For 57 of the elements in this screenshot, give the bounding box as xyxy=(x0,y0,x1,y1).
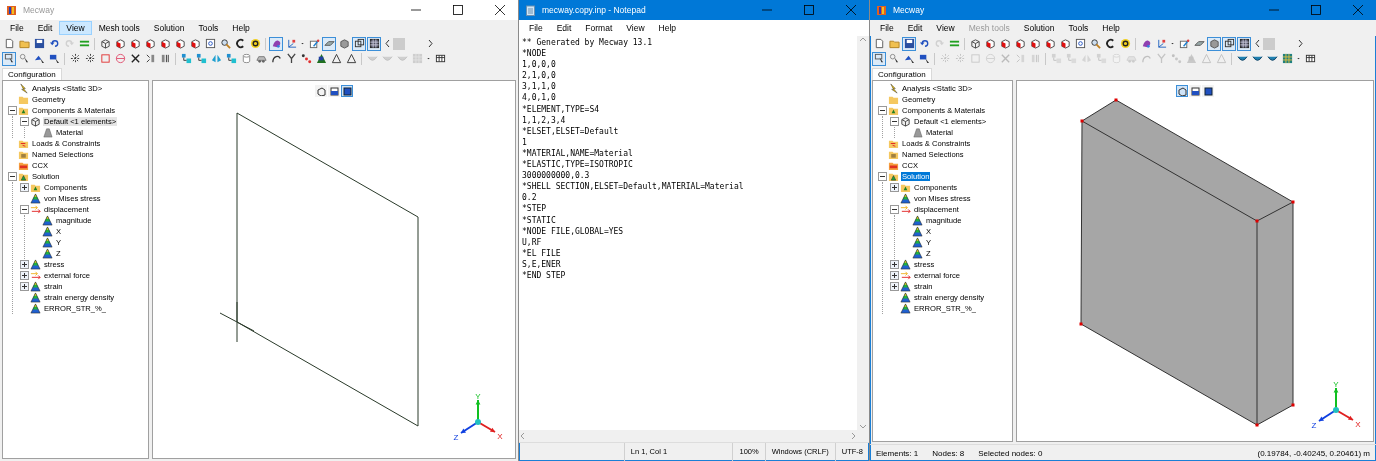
text-line: *EL FILE xyxy=(522,247,562,259)
text-line: *SHELL SECTION,ELSET=Default,MATERIAL=Material xyxy=(522,181,745,193)
menu-item[interactable]: File xyxy=(3,21,31,35)
text-line: 1 xyxy=(522,136,528,148)
text-line: 4,0,1,0 xyxy=(522,92,557,104)
menu-item[interactable]: Help xyxy=(1095,21,1127,35)
menu-item[interactable]: Edit xyxy=(900,21,930,35)
menu-item[interactable]: Tools xyxy=(191,21,226,35)
window-title: Mecway xyxy=(893,5,926,15)
axis-label: X xyxy=(497,432,503,441)
text-line: U,RF xyxy=(522,236,543,248)
menu-item[interactable]: File xyxy=(522,21,550,35)
axis-label: Y xyxy=(475,392,481,401)
text-line: *ELEMENT,TYPE=S4 xyxy=(522,103,601,115)
text-line: 3000000000,0.3 xyxy=(522,170,591,182)
3d-viewport[interactable]: Y Z X xyxy=(152,80,516,459)
window-title: Mecway xyxy=(23,5,56,15)
text-line: 2,1,0,0 xyxy=(522,70,557,82)
menu-item[interactable]: Tools xyxy=(1061,21,1096,35)
status-text: (0.19784, -0.40245, 0.20461) m xyxy=(1257,448,1370,458)
3d-viewport[interactable]: Y Z X xyxy=(1016,80,1374,442)
menu-item[interactable]: View xyxy=(59,21,92,35)
tab[interactable]: Configuration xyxy=(2,68,62,80)
text-line: *STEP xyxy=(522,203,548,215)
menu-item[interactable]: Mesh tools xyxy=(91,21,147,35)
window-title: mecway.copy.inp - Notepad xyxy=(542,5,647,15)
axis-label: X xyxy=(1355,420,1361,429)
menu-item[interactable]: View xyxy=(929,21,962,35)
menu-item[interactable]: File xyxy=(873,21,901,35)
axis-label: Z xyxy=(1311,421,1317,430)
menu-item[interactable]: Edit xyxy=(549,21,579,35)
tab[interactable]: Configuration xyxy=(872,68,932,80)
text-line: *ELSET,ELSET=Default xyxy=(522,125,620,137)
text-line: 1,0,0,0 xyxy=(522,59,557,71)
text-line: *END STEP xyxy=(522,269,567,282)
text-line: 1,1,2,3,4 xyxy=(522,114,567,126)
menu-item[interactable]: View xyxy=(619,21,652,35)
text-line: *MATERIAL,NAME=Material xyxy=(522,147,634,160)
menu-item[interactable]: Format xyxy=(578,21,620,35)
menu-item[interactable]: Solution xyxy=(1016,21,1062,35)
text-line: ** Generated by Mecway 13.1 xyxy=(522,37,654,49)
text-line: 0.2 xyxy=(522,192,538,204)
menu-item[interactable]: Solution xyxy=(146,21,192,35)
axis-label: Z xyxy=(453,433,459,442)
text-line: *NODE FILE,GLOBAL=YES xyxy=(522,225,625,237)
status-text: Elements: 1 xyxy=(876,448,919,458)
menu-item[interactable]: Help xyxy=(651,21,684,35)
text-line: 3,1,1,0 xyxy=(522,81,557,93)
status-text: Nodes: 8 xyxy=(932,448,965,458)
text-line: *STATIC xyxy=(522,214,557,226)
text-line: *ELASTIC,TYPE=ISOTROPIC xyxy=(522,159,634,171)
axis-label: Y xyxy=(1333,380,1339,389)
menu-item[interactable]: Edit xyxy=(30,21,60,35)
text-line: *NODE xyxy=(522,48,548,60)
text-line: S,E,ENER xyxy=(522,258,562,270)
menu-item[interactable]: Help xyxy=(225,21,257,35)
status-text: Selected nodes: 0 xyxy=(978,448,1043,458)
